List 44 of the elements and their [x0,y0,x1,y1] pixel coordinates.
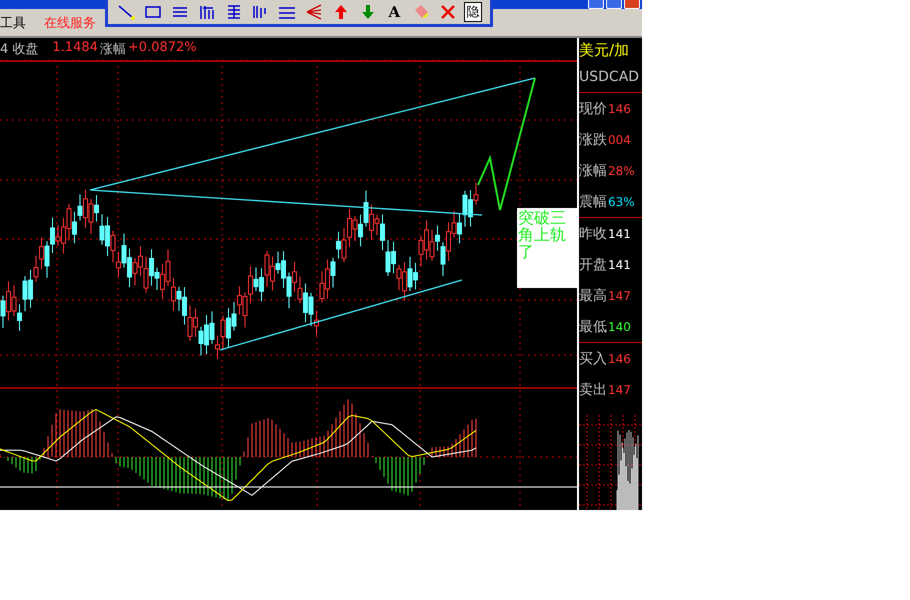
quote-label: 涨跌 [579,130,607,148]
close-button[interactable] [624,0,640,9]
symbol-code: USDCAD [579,62,642,93]
quote-label: 买入 [579,350,607,368]
eraser-icon [413,4,430,20]
quote-label: 震幅 [579,192,607,210]
quote-label: 现价 [579,100,607,118]
quote-label: 最低 [579,318,607,336]
rectangle-tool-icon [144,5,162,19]
change-percent: +0.0872% [128,40,197,57]
menu-item[interactable]: 工具 [0,14,26,32]
quote-label: 昨收 [579,224,607,242]
down-arrow-icon [360,4,375,20]
stacked-lines-icon [226,4,242,20]
parallel-lines-icon [172,5,188,19]
close-price: 1.1484 [52,40,98,57]
up-arrow-icon [334,4,348,20]
minimize-button[interactable] [588,0,604,9]
annotation-note: 突破三角上轨了 [517,208,577,288]
quote-label: 最高 [579,286,607,304]
text-tool-button[interactable]: A [384,1,405,23]
quote-value: 146 [608,102,631,116]
quote-value: 63% [608,194,635,208]
quote-value: 141 [608,226,631,240]
quote-value: 004 [608,132,631,146]
symbol-name: 美元/加 [579,40,630,60]
quote-label: 开盘 [579,256,607,274]
bars-icon [198,4,215,20]
quote-label: 卖出 [579,380,607,398]
quote-value: 140 [608,320,631,334]
line-tool-icon [117,4,136,20]
quote-label: 涨幅 [579,162,607,180]
quote-value: 146 [608,352,631,366]
close-icon [440,4,456,20]
vertical-bars-icon [252,4,268,20]
quote-value: 141 [608,258,631,272]
quote-value: 28% [608,164,635,178]
change-label: 涨幅 [100,41,126,58]
hide-toolbar-button[interactable]: 隐 [464,2,482,22]
quote-value: 147 [608,288,631,302]
quote-value: 147 [608,382,631,396]
close-label: 4 收盘 [0,41,38,58]
maximize-button[interactable] [606,0,622,9]
fan-lines-icon [304,4,323,20]
